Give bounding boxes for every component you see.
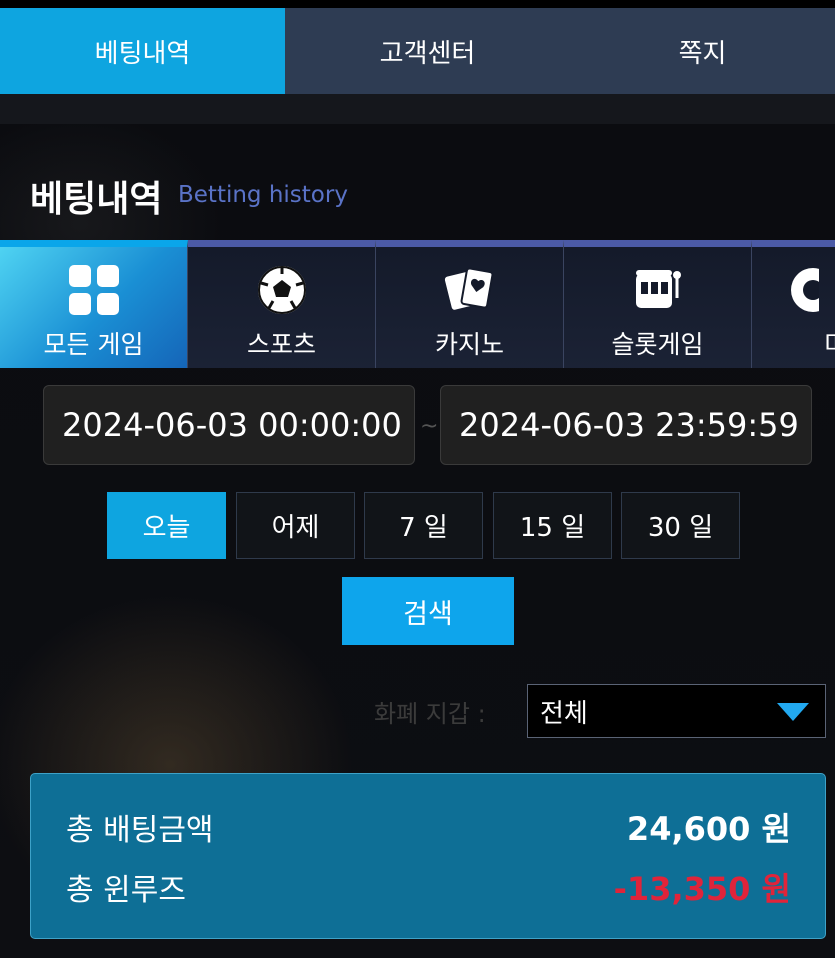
main-content: 베팅내역 Betting history 모든 게임 스포츠 카지노 슬롯게임 … xyxy=(0,124,835,958)
playing-cards-icon xyxy=(443,263,497,317)
top-navigation: 베팅내역 고객센터 쪽지 xyxy=(0,8,835,94)
wallet-label: 화폐 지갑 : xyxy=(374,700,486,728)
range-yesterday-button[interactable]: 어제 xyxy=(236,492,355,559)
start-date-input[interactable]: 2024-06-03 00:00:00 xyxy=(43,385,415,465)
end-date-input[interactable]: 2024-06-03 23:59:59 xyxy=(440,385,812,465)
total-winloss-row: 총 윈루즈 -13,350 원 xyxy=(66,867,791,908)
total-bet-value: 24,600 원 xyxy=(626,810,791,848)
range-30-days-button[interactable]: 30 일 xyxy=(621,492,740,559)
range-today-button[interactable]: 오늘 xyxy=(107,492,226,559)
page-subtitle: Betting history xyxy=(178,182,348,208)
dropdown-arrow-icon xyxy=(777,703,809,721)
partial-icon xyxy=(766,263,820,317)
range-7-days-button[interactable]: 7 일 xyxy=(364,492,483,559)
total-winloss-label: 총 윈루즈 xyxy=(66,873,186,908)
grid-icon xyxy=(67,263,121,317)
category-label: 미 xyxy=(824,325,835,361)
tab-betting-history[interactable]: 베팅내역 xyxy=(0,8,285,94)
betting-summary: 총 배팅금액 24,600 원 총 윈루즈 -13,350 원 xyxy=(30,773,826,939)
tab-customer-center[interactable]: 고객센터 xyxy=(285,8,570,94)
tab-messages[interactable]: 쪽지 xyxy=(570,8,835,94)
wallet-select[interactable]: 전체 xyxy=(527,684,826,738)
page-title: 베팅내역 xyxy=(30,179,163,220)
category-slot-games[interactable]: 슬롯게임 xyxy=(564,240,752,368)
range-15-days-button[interactable]: 15 일 xyxy=(493,492,612,559)
nav-divider xyxy=(0,94,835,124)
slot-machine-icon xyxy=(631,263,685,317)
game-category-tabs: 모든 게임 스포츠 카지노 슬롯게임 xyxy=(0,240,835,368)
search-button[interactable]: 검색 xyxy=(342,577,514,645)
top-strip xyxy=(0,0,835,8)
total-bet-row: 총 배팅금액 24,600 원 xyxy=(66,807,791,848)
total-winloss-value: -13,350 원 xyxy=(613,870,791,908)
date-range-separator: ~ xyxy=(420,414,439,439)
total-bet-label: 총 배팅금액 xyxy=(66,813,214,848)
category-more[interactable]: 미 xyxy=(752,240,835,368)
category-label: 모든 게임 xyxy=(43,330,144,359)
category-all-games[interactable]: 모든 게임 xyxy=(0,240,188,368)
soccer-ball-icon xyxy=(255,263,309,317)
category-sports[interactable]: 스포츠 xyxy=(188,240,376,368)
wallet-selected-value: 전체 xyxy=(540,698,588,729)
category-label: 스포츠 xyxy=(246,330,316,359)
category-label: 카지노 xyxy=(434,330,504,359)
category-label: 슬롯게임 xyxy=(611,330,704,359)
category-casino[interactable]: 카지노 xyxy=(376,240,564,368)
